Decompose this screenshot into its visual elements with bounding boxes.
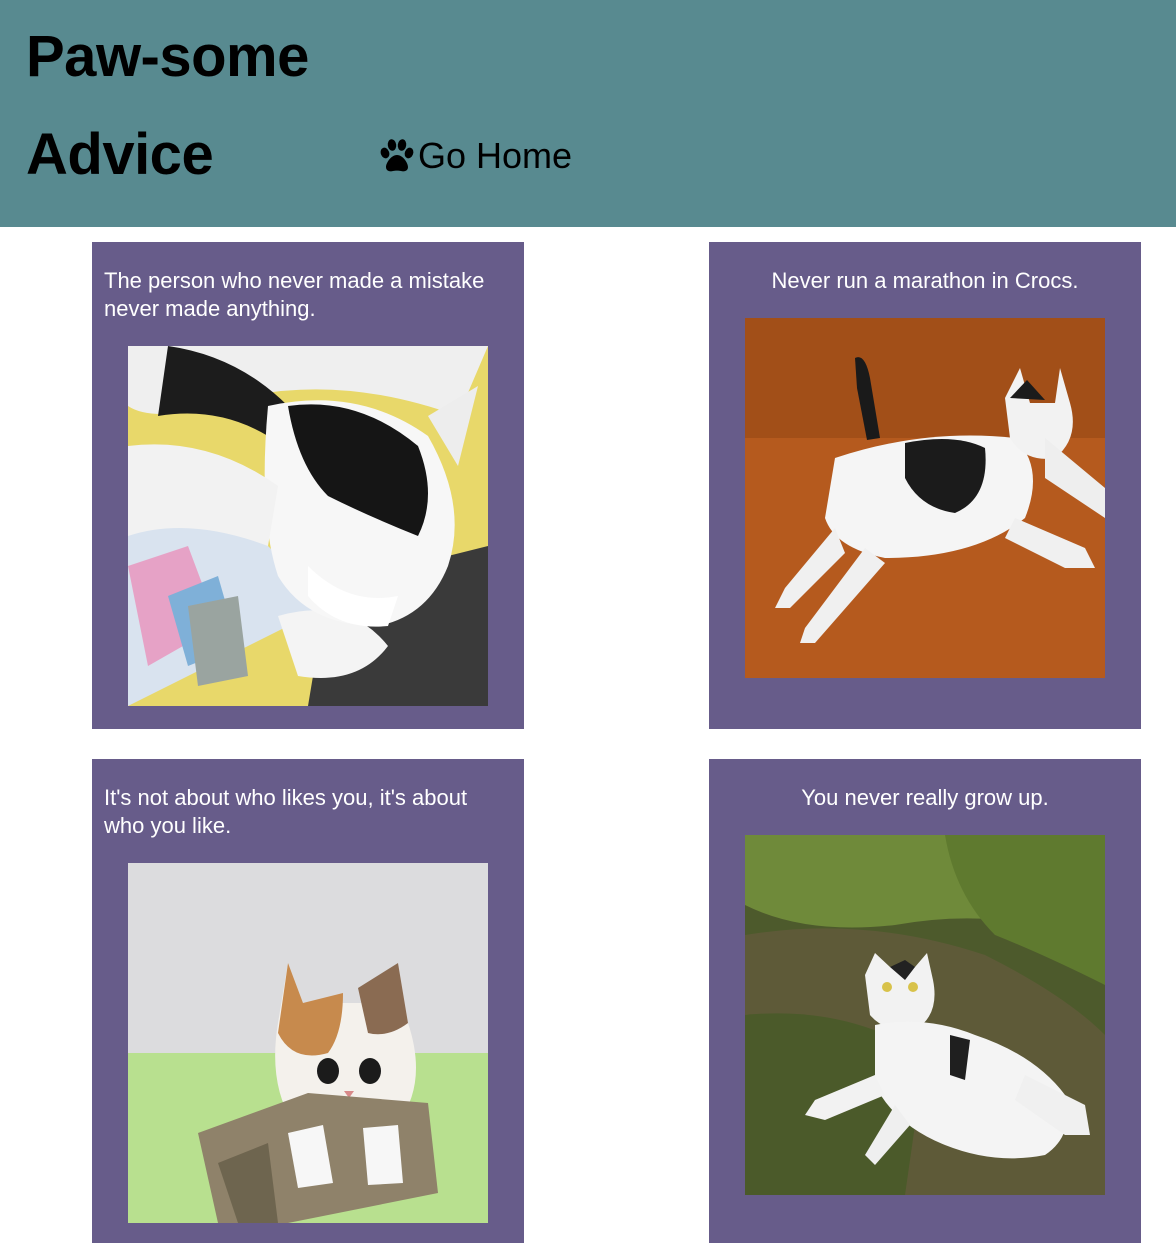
advice-card: The person who never made a mistake neve… [92, 242, 524, 729]
advice-quote: You never really grow up. [801, 785, 1049, 810]
site-title: Paw-some Advice [26, 24, 309, 187]
cat-photo [745, 835, 1105, 1195]
site-header: Paw-some Advice Go Home [0, 0, 1176, 227]
cat-photo [128, 863, 488, 1223]
advice-quote: Never run a marathon in Crocs. [771, 268, 1079, 293]
advice-card: You never really grow up. [709, 759, 1141, 1243]
advice-quote: It's not about who likes you, it's about… [104, 785, 468, 838]
cat-photo [128, 346, 488, 706]
go-home-label: Go Home [418, 135, 573, 176]
paw-icon [380, 139, 414, 172]
advice-card: Never run a marathon in Crocs. [709, 242, 1141, 729]
advice-quote: The person who never made a mistake neve… [104, 268, 485, 321]
cat-photo [745, 318, 1105, 678]
advice-card: It's not about who likes you, it's about… [92, 759, 524, 1243]
go-home-link[interactable]: Go Home [378, 132, 572, 180]
